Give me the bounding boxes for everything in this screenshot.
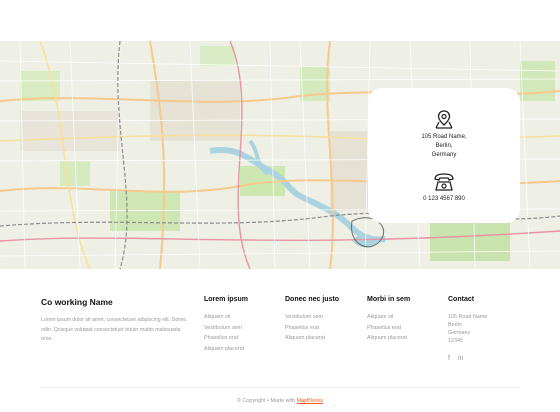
contact-card: 105 Road Name, Berlin, Germany 0 123 456… [368, 88, 520, 223]
footer-column-title: Morbi in sem [367, 296, 411, 303]
map-location-icon [432, 108, 456, 130]
address-line: 105 Road Name, [421, 134, 467, 140]
contact-line: Berlin [448, 322, 462, 328]
copyright-link[interactable]: MapBlocks [297, 398, 323, 404]
footer-link[interactable]: Vestibulum sem [285, 314, 361, 325]
contact-card-phone[interactable]: 0 123 4567 890 [368, 196, 520, 202]
footer-link[interactable]: Phasellus erat [285, 325, 361, 336]
footer-divider [41, 387, 519, 388]
footer-link[interactable]: Aliquam placerat [204, 346, 280, 357]
footer-column-morbi-in-sem: Morbi in sem Aliquam sit Phasellus erat … [367, 296, 443, 346]
copyright: © Copyright • Made with MapBlocks [0, 398, 560, 404]
telephone-icon [432, 171, 456, 193]
footer-link[interactable]: Aliquam sit [204, 314, 280, 325]
footer-column-donec-nec-justo: Donec nec justo Vestibulum sem Phasellus… [285, 296, 361, 346]
copyright-text: © Copyright • Made with [237, 398, 296, 404]
footer: Co working Name Lorem ipsum dolor sit am… [0, 269, 560, 412]
linkedin-icon[interactable]: in [458, 355, 463, 362]
contact-card-address: 105 Road Name, Berlin, Germany [368, 133, 520, 160]
facebook-icon[interactable]: f [448, 355, 450, 362]
address-line: Berlin, [435, 143, 453, 149]
footer-link[interactable]: Vestibulum sem [204, 325, 280, 336]
footer-column-title: Donec nec justo [285, 296, 340, 303]
footer-column-title: Lorem ipsum [204, 296, 248, 303]
footer-link[interactable]: Aliquam sit [367, 314, 443, 325]
footer-link[interactable]: Aliquam placerat [285, 335, 361, 346]
footer-column-contact: Contact 105 Road Name Berlin Germany 123… [448, 296, 524, 362]
address-line: Germany [431, 152, 457, 158]
social-links: f in [448, 355, 524, 362]
footer-column-lorem-ipsum: Lorem ipsum Aliquam sit Vestibulum sem P… [204, 296, 280, 356]
footer-link[interactable]: Phasellus erat [204, 335, 280, 346]
footer-column-title: Contact [448, 296, 475, 303]
footer-link[interactable]: Phasellus erat [367, 325, 443, 336]
footer-link[interactable]: Aliquam placerat [367, 335, 443, 346]
footer-brand[interactable]: Co working Name [41, 297, 113, 307]
contact-line: 105 Road Name [448, 314, 488, 320]
contact-line: 12345 [448, 338, 463, 344]
footer-description: Lorem ipsum dolor sit amet, consectetuer… [41, 317, 187, 342]
contact-line: Germany [448, 330, 471, 336]
